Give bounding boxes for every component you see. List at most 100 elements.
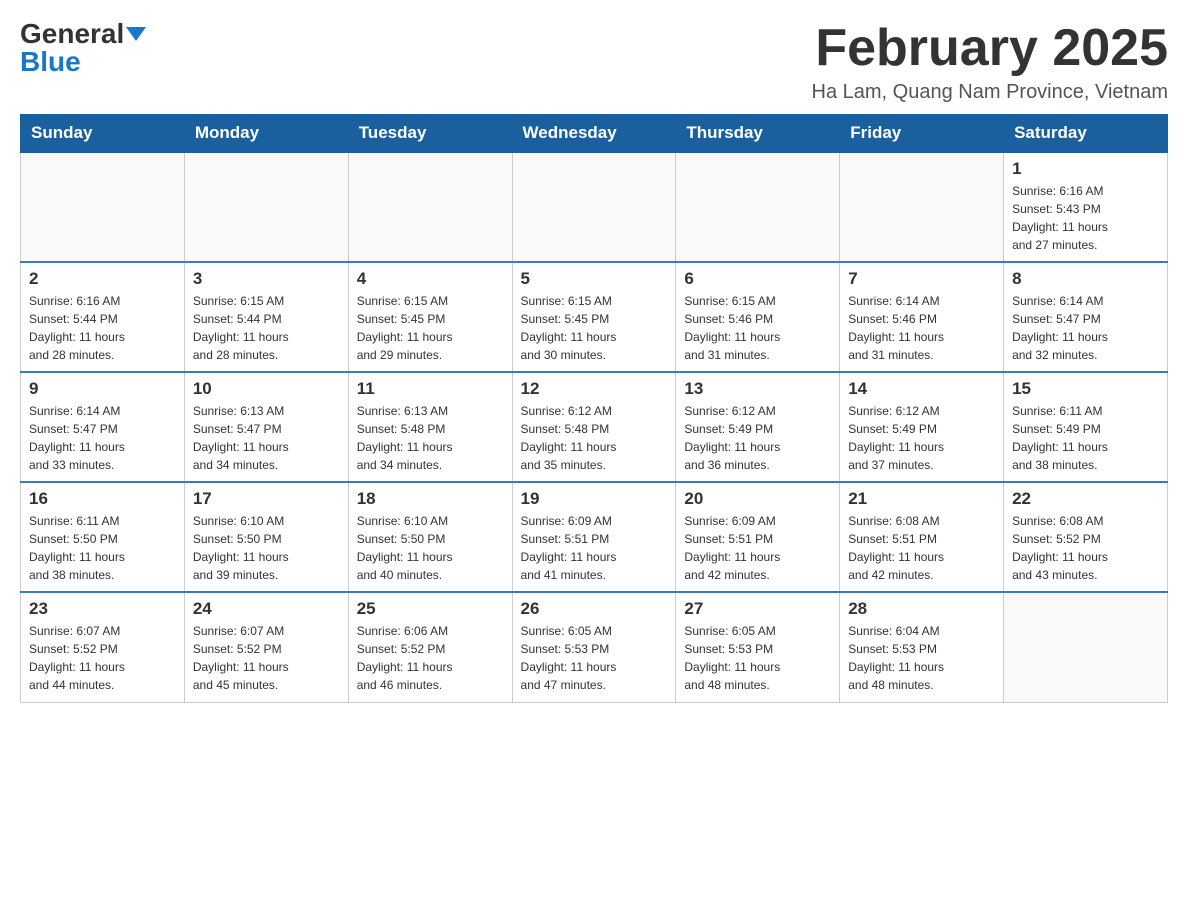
day-number: 9	[29, 379, 176, 399]
calendar-cell	[348, 152, 512, 262]
day-number: 6	[684, 269, 831, 289]
col-header-sunday: Sunday	[21, 115, 185, 153]
calendar-cell: 23Sunrise: 6:07 AMSunset: 5:52 PMDayligh…	[21, 592, 185, 702]
day-number: 5	[521, 269, 668, 289]
month-title: February 2025	[812, 20, 1168, 77]
day-number: 11	[357, 379, 504, 399]
col-header-thursday: Thursday	[676, 115, 840, 153]
calendar-cell: 20 Sunrise: 6:09 AMSunset: 5:51 PMDayligh…	[676, 482, 840, 592]
calendar-cell: 14 Sunrise: 6:12 AMSunset: 5:49 PMDayligh…	[840, 372, 1004, 482]
calendar-cell: 6 Sunrise: 6:15 AMSunset: 5:46 PMDaylight…	[676, 262, 840, 372]
day-number: 16	[29, 489, 176, 509]
day-info: Sunrise: 6:15 AMSunset: 5:46 PMDaylight:…	[684, 292, 831, 364]
day-info: Sunrise: 6:14 AMSunset: 5:47 PMDaylight:…	[29, 402, 176, 474]
day-info: Sunrise: 6:10 AMSunset: 5:50 PMDaylight:…	[357, 512, 504, 584]
day-number: 28	[848, 599, 995, 619]
calendar-cell: 11 Sunrise: 6:13 AMSunset: 5:48 PMDayligh…	[348, 372, 512, 482]
day-info: Sunrise: 6:04 AMSunset: 5:53 PMDaylight:…	[848, 622, 995, 694]
logo: General Blue	[20, 20, 146, 76]
title-section: February 2025 Ha Lam, Quang Nam Province…	[812, 20, 1168, 104]
day-number: 13	[684, 379, 831, 399]
calendar-cell: 17 Sunrise: 6:10 AMSunset: 5:50 PMDayligh…	[184, 482, 348, 592]
day-info: Sunrise: 6:12 AMSunset: 5:49 PMDaylight:…	[848, 402, 995, 474]
day-info: Sunrise: 6:12 AMSunset: 5:49 PMDaylight:…	[684, 402, 831, 474]
calendar-cell: 12 Sunrise: 6:12 AMSunset: 5:48 PMDayligh…	[512, 372, 676, 482]
calendar-cell: 4 Sunrise: 6:15 AMSunset: 5:45 PMDaylight…	[348, 262, 512, 372]
day-info: Sunrise: 6:09 AMSunset: 5:51 PMDaylight:…	[521, 512, 668, 584]
day-number: 20	[684, 489, 831, 509]
day-info: Sunrise: 6:05 AMSunset: 5:53 PMDaylight:…	[684, 622, 831, 694]
day-number: 19	[521, 489, 668, 509]
day-number: 10	[193, 379, 340, 399]
calendar-cell: 5Sunrise: 6:15 AMSunset: 5:45 PMDaylight…	[512, 262, 676, 372]
day-number: 15	[1012, 379, 1159, 399]
calendar-cell	[184, 152, 348, 262]
calendar-cell: 9 Sunrise: 6:14 AMSunset: 5:47 PMDaylight…	[21, 372, 185, 482]
calendar-cell: 28 Sunrise: 6:04 AMSunset: 5:53 PMDayligh…	[840, 592, 1004, 702]
col-header-monday: Monday	[184, 115, 348, 153]
day-info: Sunrise: 6:15 AMSunset: 5:44 PMDaylight:…	[193, 292, 340, 364]
calendar-cell: 10 Sunrise: 6:13 AMSunset: 5:47 PMDayligh…	[184, 372, 348, 482]
day-info: Sunrise: 6:15 AMSunset: 5:45 PMDaylight:…	[357, 292, 504, 364]
day-number: 12	[521, 379, 668, 399]
calendar-cell	[676, 152, 840, 262]
col-header-saturday: Saturday	[1004, 115, 1168, 153]
day-number: 4	[357, 269, 504, 289]
calendar-cell: 16 Sunrise: 6:11 AMSunset: 5:50 PMDayligh…	[21, 482, 185, 592]
calendar-week-4: 16 Sunrise: 6:11 AMSunset: 5:50 PMDayligh…	[21, 482, 1168, 592]
calendar-cell: 15 Sunrise: 6:11 AMSunset: 5:49 PMDayligh…	[1004, 372, 1168, 482]
day-info: Sunrise: 6:07 AMSunset: 5:52 PMDaylight:…	[29, 622, 176, 694]
calendar-header-row: SundayMondayTuesdayWednesdayThursdayFrid…	[21, 115, 1168, 153]
calendar-week-1: 1Sunrise: 6:16 AMSunset: 5:43 PMDaylight…	[21, 152, 1168, 262]
day-info: Sunrise: 6:11 AMSunset: 5:50 PMDaylight:…	[29, 512, 176, 584]
calendar-cell: 2 Sunrise: 6:16 AMSunset: 5:44 PMDaylight…	[21, 262, 185, 372]
day-number: 7	[848, 269, 995, 289]
calendar-week-5: 23Sunrise: 6:07 AMSunset: 5:52 PMDayligh…	[21, 592, 1168, 702]
calendar-cell: 1Sunrise: 6:16 AMSunset: 5:43 PMDaylight…	[1004, 152, 1168, 262]
day-info: Sunrise: 6:14 AMSunset: 5:46 PMDaylight:…	[848, 292, 995, 364]
day-number: 24	[193, 599, 340, 619]
day-number: 22	[1012, 489, 1159, 509]
day-info: Sunrise: 6:13 AMSunset: 5:48 PMDaylight:…	[357, 402, 504, 474]
calendar-cell: 13 Sunrise: 6:12 AMSunset: 5:49 PMDayligh…	[676, 372, 840, 482]
logo-blue-text: Blue	[20, 48, 81, 76]
location-subtitle: Ha Lam, Quang Nam Province, Vietnam	[812, 81, 1168, 104]
day-info: Sunrise: 6:14 AMSunset: 5:47 PMDaylight:…	[1012, 292, 1159, 364]
calendar-cell: 21 Sunrise: 6:08 AMSunset: 5:51 PMDayligh…	[840, 482, 1004, 592]
calendar-cell: 3 Sunrise: 6:15 AMSunset: 5:44 PMDaylight…	[184, 262, 348, 372]
day-number: 3	[193, 269, 340, 289]
calendar-cell	[512, 152, 676, 262]
day-number: 25	[357, 599, 504, 619]
col-header-tuesday: Tuesday	[348, 115, 512, 153]
calendar-cell: 19 Sunrise: 6:09 AMSunset: 5:51 PMDayligh…	[512, 482, 676, 592]
day-info: Sunrise: 6:12 AMSunset: 5:48 PMDaylight:…	[521, 402, 668, 474]
calendar-cell	[1004, 592, 1168, 702]
day-number: 14	[848, 379, 995, 399]
calendar-cell: 8 Sunrise: 6:14 AMSunset: 5:47 PMDaylight…	[1004, 262, 1168, 372]
day-info: Sunrise: 6:16 AMSunset: 5:43 PMDaylight:…	[1012, 182, 1159, 254]
day-info: Sunrise: 6:07 AMSunset: 5:52 PMDaylight:…	[193, 622, 340, 694]
day-number: 18	[357, 489, 504, 509]
col-header-friday: Friday	[840, 115, 1004, 153]
day-number: 8	[1012, 269, 1159, 289]
day-info: Sunrise: 6:16 AMSunset: 5:44 PMDaylight:…	[29, 292, 176, 364]
logo-general-text: General	[20, 20, 146, 48]
day-info: Sunrise: 6:08 AMSunset: 5:52 PMDaylight:…	[1012, 512, 1159, 584]
day-info: Sunrise: 6:11 AMSunset: 5:49 PMDaylight:…	[1012, 402, 1159, 474]
day-info: Sunrise: 6:09 AMSunset: 5:51 PMDaylight:…	[684, 512, 831, 584]
day-info: Sunrise: 6:08 AMSunset: 5:51 PMDaylight:…	[848, 512, 995, 584]
logo-triangle-icon	[126, 27, 146, 41]
day-info: Sunrise: 6:10 AMSunset: 5:50 PMDaylight:…	[193, 512, 340, 584]
day-info: Sunrise: 6:06 AMSunset: 5:52 PMDaylight:…	[357, 622, 504, 694]
calendar-cell: 27 Sunrise: 6:05 AMSunset: 5:53 PMDayligh…	[676, 592, 840, 702]
calendar-week-2: 2 Sunrise: 6:16 AMSunset: 5:44 PMDaylight…	[21, 262, 1168, 372]
day-info: Sunrise: 6:13 AMSunset: 5:47 PMDaylight:…	[193, 402, 340, 474]
calendar-cell: 25 Sunrise: 6:06 AMSunset: 5:52 PMDayligh…	[348, 592, 512, 702]
day-number: 17	[193, 489, 340, 509]
page-header: General Blue February 2025 Ha Lam, Quang…	[20, 20, 1168, 104]
day-number: 2	[29, 269, 176, 289]
day-number: 21	[848, 489, 995, 509]
day-number: 27	[684, 599, 831, 619]
calendar-week-3: 9 Sunrise: 6:14 AMSunset: 5:47 PMDaylight…	[21, 372, 1168, 482]
calendar-table: SundayMondayTuesdayWednesdayThursdayFrid…	[20, 114, 1168, 703]
